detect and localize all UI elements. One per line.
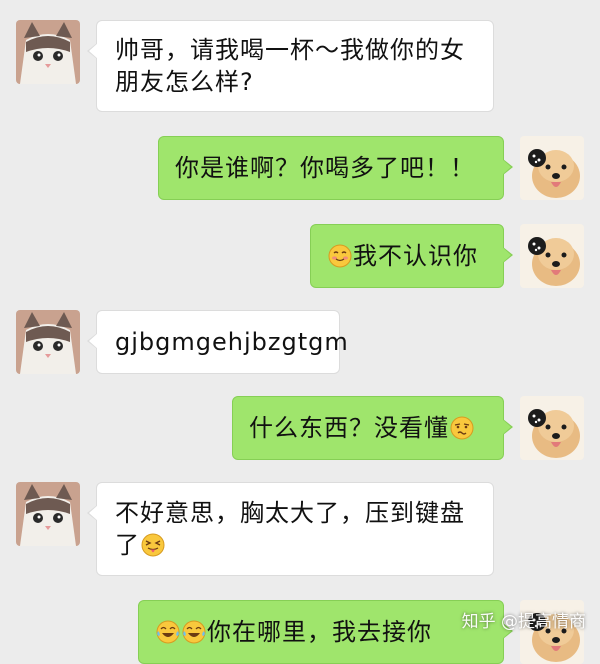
confused-face-icon [450,416,474,440]
message-text: 不好意思，胸太大了，压到键盘了 [115,499,465,559]
incoming-message[interactable]: gjbgmgehjbzgtgm [87,310,348,374]
outgoing-message[interactable]: 你在哪里，我去接你 [138,600,513,664]
dog-avatar[interactable] [520,224,584,288]
incoming-message[interactable]: 帅哥，请我喝一杯～我做你的女朋友怎么样? [87,20,494,112]
tongue-out-icon [141,533,165,557]
chat-area: 帅哥，请我喝一杯～我做你的女朋友怎么样? 你是谁啊？你喝多了吧！！ 我不认识你 … [0,0,600,664]
outgoing-message[interactable]: 什么东西？没看懂 [232,396,513,460]
message-text: 帅哥，请我喝一杯～我做你的女朋友怎么样? [115,36,465,96]
message-text: gjbgmgehjbzgtgm [115,328,349,356]
message-text: 我不认识你 [353,242,478,270]
cat-avatar[interactable] [16,20,80,84]
message-text: 什么东西？没看懂 [249,414,449,442]
message-text: 你在哪里，我去接你 [207,618,432,646]
message-text: 你是谁啊？你喝多了吧！！ [175,154,475,182]
tears-of-joy-icon [156,620,180,644]
tears-of-joy-icon [182,620,206,644]
cat-avatar[interactable] [16,310,80,374]
outgoing-message[interactable]: 我不认识你 [310,224,513,288]
smile-blush-icon [328,244,352,268]
incoming-message[interactable]: 不好意思，胸太大了，压到键盘了 [87,482,494,576]
outgoing-message[interactable]: 你是谁啊？你喝多了吧！！ [158,136,513,200]
cat-avatar[interactable] [16,482,80,546]
dog-avatar[interactable] [520,396,584,460]
watermark: 知乎 @提高情商 [461,612,586,632]
dog-avatar[interactable] [520,136,584,200]
